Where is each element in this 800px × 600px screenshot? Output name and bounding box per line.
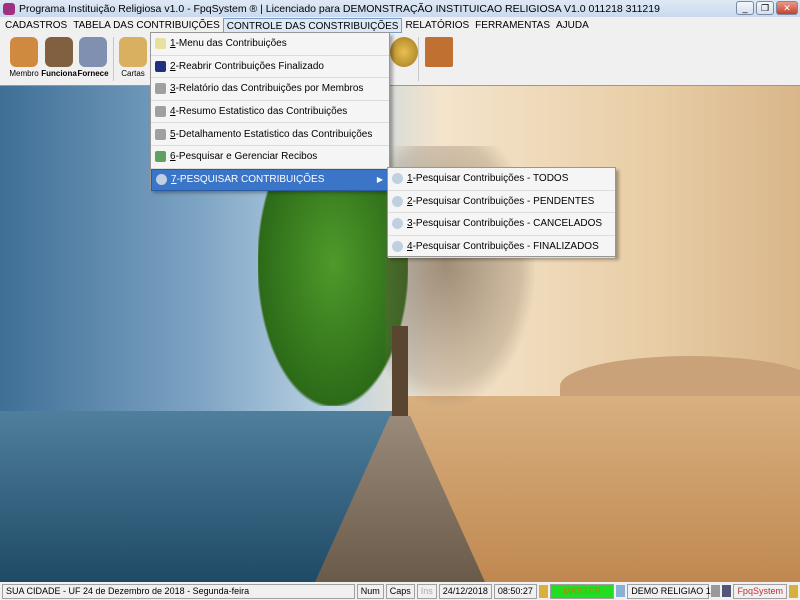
window-title: Programa Instituição Religiosa v1.0 - Fp… [19, 2, 660, 15]
label: -Pesquisar Contribuições - CANCELADOS [412, 218, 603, 230]
membro-button[interactable]: Membro [5, 35, 43, 83]
menu-item-menu-contribuicoes[interactable]: 1 -Menu das Contribuições [151, 33, 389, 56]
toolbar: Membro Funciona Fornece Cartas [0, 33, 800, 86]
separator [418, 37, 419, 81]
minimize-button[interactable]: _ [736, 1, 754, 15]
menu-controle[interactable]: CONTROLE DAS CONSTRIBUIÇÕES [222, 17, 403, 33]
exit-button[interactable] [420, 35, 458, 83]
printer-icon [155, 128, 166, 140]
cartas-button[interactable]: Cartas [114, 35, 152, 83]
app-logo-icon [3, 2, 15, 15]
status-user: MASTER [549, 583, 615, 599]
submenu-item-cancelados[interactable]: 3 -Pesquisar Contribuições - CANCELADOS [388, 213, 615, 236]
label: Cartas [121, 69, 145, 78]
menu-cadastros[interactable]: CADASTROS [2, 18, 70, 33]
database-icon [711, 585, 721, 597]
network-icon [722, 585, 732, 597]
submenu-arrow-icon: ▶ [376, 175, 383, 185]
search-icon [156, 174, 167, 186]
submenu-item-todos[interactable]: 1 -Pesquisar Contribuições - TODOS [388, 168, 615, 191]
label: -Detalhamento Estatistico das Contribuiç… [175, 128, 373, 140]
search-icon [392, 241, 403, 253]
menu-ajuda[interactable]: AJUDA [553, 18, 592, 33]
label: Membro [9, 69, 39, 78]
search-icon [392, 173, 403, 185]
arrows-icon [155, 60, 166, 72]
scroll-icon [119, 37, 147, 67]
status-num: Num [356, 583, 384, 599]
restore-button[interactable]: ❐ [756, 1, 774, 15]
status-brand: FpqSystem [733, 583, 787, 599]
search-icon [392, 195, 403, 207]
label: -PESQUISAR CONTRIBUIÇÕES [176, 174, 325, 186]
search-icon [392, 218, 403, 230]
exit-door-icon [425, 37, 453, 67]
label: -Pesquisar Contribuições - TODOS [412, 173, 569, 185]
user-icon [538, 584, 548, 598]
pesquisar-submenu: 1 -Pesquisar Contribuições - TODOS 2 -Pesq… [387, 167, 616, 259]
menu-item-relatorio-membros[interactable]: 3 -Relatório das Contribuições por Membro… [151, 78, 389, 101]
label: Funciona [41, 69, 77, 78]
label: -Relatório das Contribuições por Membros [175, 83, 364, 95]
status-location: SUA CIDADE - UF 24 de Dezembro de 2018 -… [2, 583, 355, 599]
submenu-item-finalizados[interactable]: 4 -Pesquisar Contribuições - FINALIZADOS [388, 236, 615, 259]
label: -Pesquisar Contribuições - PENDENTES [412, 195, 595, 207]
label: Fornece [77, 69, 109, 78]
menu-item-recibos[interactable]: 6 -Pesquisar e Gerenciar Recibos [151, 146, 389, 169]
controle-dropdown-menu: 1 -Menu das Contribuições 2 -Reabrir Contr… [150, 32, 390, 192]
menu-bar: CADASTROS TABELA DAS CONTRIBUIÇÕES CONTR… [0, 17, 800, 33]
menu-relatorios[interactable]: RELATÓRIOS [402, 18, 472, 33]
status-bar: SUA CIDADE - UF 24 de Dezembro de 2018 -… [0, 582, 800, 600]
close-button[interactable]: ✕ [776, 1, 798, 15]
supplier-icon [79, 37, 107, 67]
menu-item-resumo[interactable]: 4 -Resumo Estatistico das Contribuições [151, 101, 389, 124]
label: -Reabrir Contribuições Finalizado [175, 60, 324, 72]
menu-ferramentas[interactable]: FERRAMENTAS [472, 18, 553, 33]
status-date: 24/12/2018 [438, 583, 492, 599]
status-version: DEMO RELIGIAO 1.0 [627, 583, 718, 599]
status-time: 08:50:27 [493, 583, 537, 599]
funcionario-button[interactable]: Funciona [40, 35, 78, 83]
desktop-background [0, 86, 800, 582]
submenu-item-pendentes[interactable]: 2 -Pesquisar Contribuições - PENDENTES [388, 191, 615, 214]
label: -Resumo Estatistico das Contribuições [175, 106, 348, 118]
document-icon [155, 38, 166, 50]
label: -Pesquisar e Gerenciar Recibos [175, 151, 318, 163]
status-ins: Ins [416, 583, 437, 599]
employee-icon [45, 37, 73, 67]
printer-icon [155, 106, 166, 118]
menu-item-detalhamento[interactable]: 5 -Detalhamento Estatistico das Contribui… [151, 123, 389, 146]
printer-icon [155, 83, 166, 95]
title-bar: Programa Instituição Religiosa v1.0 - Fp… [0, 0, 800, 17]
status-caps: Caps [385, 583, 415, 599]
receipt-icon [155, 151, 166, 163]
label: -Pesquisar Contribuições - FINALIZADOS [412, 241, 599, 253]
info-icon [788, 584, 799, 598]
members-icon [10, 37, 38, 67]
menu-item-pesquisar-contribuicoes[interactable]: 7 -PESQUISAR CONTRIBUIÇÕES ▶ [151, 168, 389, 192]
version-icon [616, 585, 626, 597]
menu-tabela[interactable]: TABELA DAS CONTRIBUIÇÕES [70, 18, 223, 33]
coin-icon [390, 37, 418, 67]
menu-item-reabrir[interactable]: 2 -Reabrir Contribuições Finalizado [151, 56, 389, 79]
label: -Menu das Contribuições [175, 38, 287, 50]
fornecedor-button[interactable]: Fornece [74, 35, 112, 83]
